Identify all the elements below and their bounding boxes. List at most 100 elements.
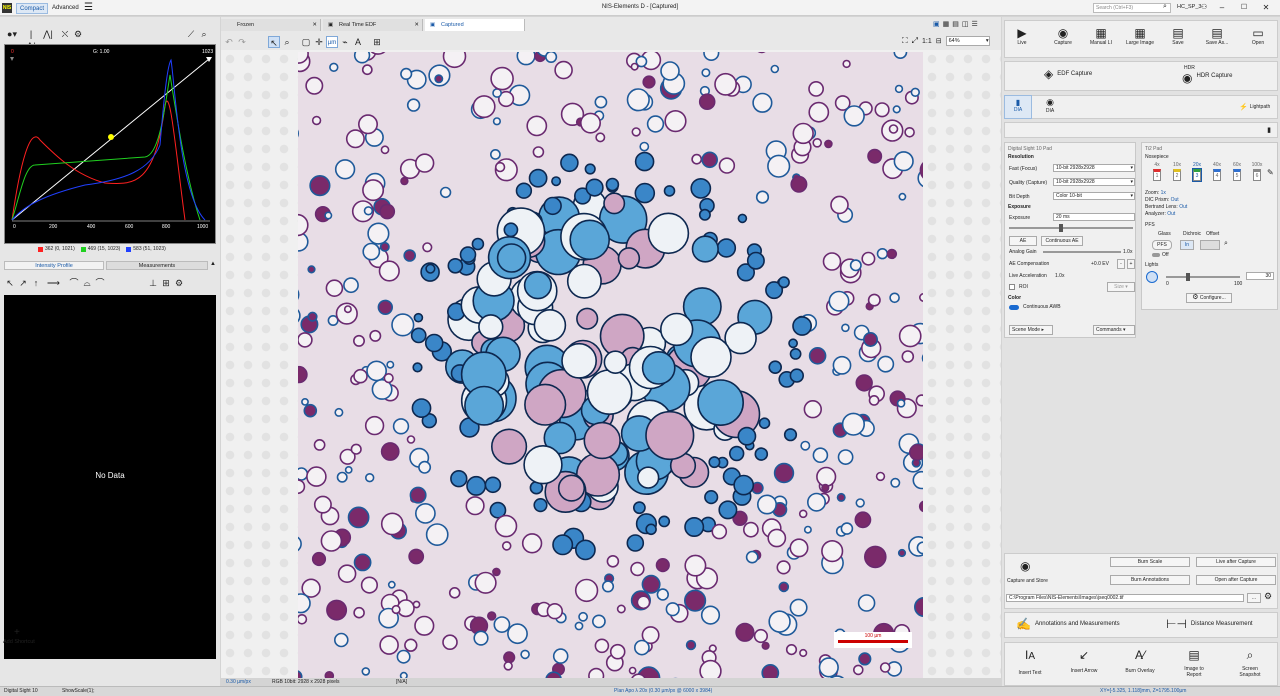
save-button[interactable]: ▤ Save (1166, 26, 1190, 46)
tab-real-time-edf[interactable]: ▣ Real Time EDF ✕ (323, 19, 423, 31)
linear-scale-icon[interactable]: |⋀| (25, 28, 37, 51)
distance-measurement-button[interactable]: ⊢⊣ Distance Measurement (1166, 617, 1253, 631)
ae-comp-decrease[interactable]: - (1117, 259, 1125, 269)
layout-tiles-icon[interactable]: ▤ (952, 20, 959, 28)
objective-10x[interactable]: 10x 2 (1168, 162, 1186, 181)
undo-icon[interactable]: ↶ (223, 36, 235, 48)
path-settings-icon[interactable]: ⚙ (1264, 591, 1272, 602)
tab-measurements[interactable]: Measurements (106, 261, 208, 270)
live-after-capture-button[interactable]: Live after Capture (1196, 557, 1276, 567)
lightpath-button[interactable]: ⚡ Lightpath (1239, 103, 1270, 111)
annotations-measurements-button[interactable]: ✍ Annotations and Measurements (1016, 617, 1120, 631)
light-intensity-input[interactable]: 30 (1246, 272, 1274, 280)
layout-single-icon[interactable]: ▣ (933, 20, 940, 28)
fast-focus-select[interactable]: 10-bit 2928x2928 ▾ (1053, 164, 1135, 172)
tab-captured[interactable]: ▣ Captured (425, 19, 525, 31)
large-image-button[interactable]: ▦ Large Image (1122, 26, 1158, 46)
manual-li-button[interactable]: ▦ Manual LI (1086, 26, 1116, 46)
rectangle-tool-icon[interactable]: ▢ (300, 36, 312, 48)
roi-size-select[interactable]: Size ▾ (1107, 282, 1135, 292)
continuous-ae-button[interactable]: Continuous AE (1041, 236, 1083, 246)
user-icon[interactable]: ⚇ (1201, 3, 1207, 11)
close-tab-icon[interactable]: ✕ (414, 19, 419, 31)
dot-menu-icon[interactable]: ●▾ (6, 28, 18, 40)
profile-line-icon[interactable]: ↗ (17, 277, 29, 289)
burn-overlay-button[interactable]: A⁄ Burn Overlay (1120, 648, 1160, 674)
image-canvas[interactable]: 100 µm (221, 50, 1001, 678)
profile-calipers-icon[interactable]: ⊥ (147, 277, 159, 289)
zoom-tool-icon[interactable]: ⌕ (281, 36, 293, 48)
insert-arrow-button[interactable]: ↙ Insert Arrow (1064, 648, 1104, 674)
text-tool-icon[interactable]: A (352, 36, 364, 48)
select-arrow-icon[interactable]: ↖ (268, 36, 280, 48)
exposure-slider[interactable] (1009, 224, 1133, 232)
objective-40x[interactable]: 40x 4 (1208, 162, 1226, 181)
pfs-off-toggle[interactable] (1152, 253, 1160, 257)
profile-arc-icon[interactable]: ⌒ (68, 277, 80, 289)
profile-pointer-icon[interactable]: ↖ (4, 277, 16, 289)
save-path-input[interactable]: C:\Program Files\NIS-Elements\Images\jse… (1006, 594, 1244, 602)
collapse-up-icon[interactable]: ▲ (210, 261, 216, 267)
offset-input[interactable] (1200, 240, 1220, 250)
gamma-curve-icon[interactable]: ⟋ (185, 28, 197, 40)
burn-annotations-button[interactable]: Burn Annotations (1110, 575, 1190, 585)
open-after-capture-button[interactable]: Open after Capture (1196, 575, 1276, 585)
scale-bar-tool-icon[interactable]: µm (326, 36, 338, 48)
minimize-button[interactable]: – (1212, 2, 1232, 14)
tab-frozen[interactable]: Frozen ✕ (221, 19, 321, 31)
quality-capture-select[interactable]: 10-bit 2928x2928 ▾ (1053, 178, 1135, 186)
light-intensity-slider[interactable] (1166, 273, 1240, 281)
layout-list-icon[interactable]: ☰ (972, 20, 978, 28)
search-icon[interactable]: ⌕ (1163, 3, 1167, 11)
profile-arc2-icon[interactable]: ⌓ (81, 277, 93, 289)
fit-width-icon[interactable]: ⤢ (912, 36, 918, 46)
configure-button[interactable]: ⚙ Configure... (1186, 293, 1232, 303)
profile-tool-icon[interactable]: ⌁ (339, 36, 351, 48)
scene-mode-button[interactable]: Scene Mode ▸ (1009, 325, 1053, 335)
redo-icon[interactable]: ↷ (236, 36, 248, 48)
objective-20x[interactable]: 20x 3 (1188, 162, 1206, 182)
crosshair-icon[interactable]: ✛ (313, 36, 325, 48)
black-point-handle[interactable] (10, 57, 14, 61)
histogram-zoom-icon[interactable]: ⌕ (198, 28, 210, 40)
capture-store-icon[interactable]: ◉ (1020, 559, 1030, 573)
burn-scale-button[interactable]: Burn Scale (1110, 557, 1190, 567)
search-input[interactable]: Search (Ctrl+F3) (1093, 3, 1171, 13)
dichroic-in-button[interactable]: In (1180, 240, 1194, 250)
layout-grid-icon[interactable]: ▦ (943, 20, 950, 28)
log-scale-icon[interactable]: ⋀| (42, 28, 54, 40)
layout-split-icon[interactable]: ◫ (962, 20, 969, 28)
fit-screen-icon[interactable]: ⛶ (902, 36, 908, 46)
auto-scale-icon[interactable]: ⛌ (59, 28, 71, 40)
add-shortcut-label[interactable]: Add Shortcut (3, 639, 35, 645)
roi-checkbox[interactable] (1009, 284, 1015, 290)
profile-horizontal-icon[interactable]: ⟶ (47, 277, 60, 289)
live-button[interactable]: ▶ Live (1010, 26, 1034, 46)
edf-capture-button[interactable]: ◈ EDF Capture (1044, 67, 1092, 81)
histogram-chart[interactable]: 0 G: 1.00 1023 0 200 400 600 800 1000 (4, 44, 216, 244)
pfs-search-icon[interactable]: ⌕ (1224, 240, 1228, 248)
analog-gain-slider[interactable] (1043, 251, 1121, 253)
add-shortcut-icon[interactable]: + (14, 627, 20, 638)
dia-eye-button[interactable]: ◉ DIA (1038, 97, 1062, 114)
commands-button[interactable]: Commands ▾ (1093, 325, 1135, 335)
profile-vertical-icon[interactable]: ↑ (30, 277, 42, 289)
maximize-button[interactable]: ☐ (1234, 2, 1254, 14)
tab-intensity-profile[interactable]: Intensity Profile (4, 261, 104, 270)
capture-button[interactable]: ◉ Capture (1048, 26, 1078, 46)
objective-4x[interactable]: 4x 1 (1148, 162, 1166, 181)
pad-icon[interactable]: ▮ (1267, 126, 1271, 134)
close-window-button[interactable]: ✕ (1256, 2, 1276, 14)
close-tab-icon[interactable]: ✕ (312, 19, 317, 31)
light-power-button[interactable] (1146, 271, 1158, 283)
dia-button[interactable]: ▮ DIA (1004, 95, 1032, 119)
insert-text-button[interactable]: IA Insert Text (1010, 648, 1050, 676)
profile-export-icon[interactable]: ⊞ (160, 277, 172, 289)
profile-arc3-icon[interactable]: ⌒ (94, 277, 106, 289)
save-as-button[interactable]: ▤ Save As... (1202, 26, 1232, 46)
objective-100x[interactable]: 100x 6 (1248, 162, 1266, 181)
image-to-report-button[interactable]: ▤ Image to Report (1174, 648, 1214, 678)
one-to-one-button[interactable]: 1:1 (922, 38, 932, 45)
gamma-handle[interactable] (108, 134, 114, 140)
exposure-input[interactable]: 20 ms (1053, 213, 1135, 221)
